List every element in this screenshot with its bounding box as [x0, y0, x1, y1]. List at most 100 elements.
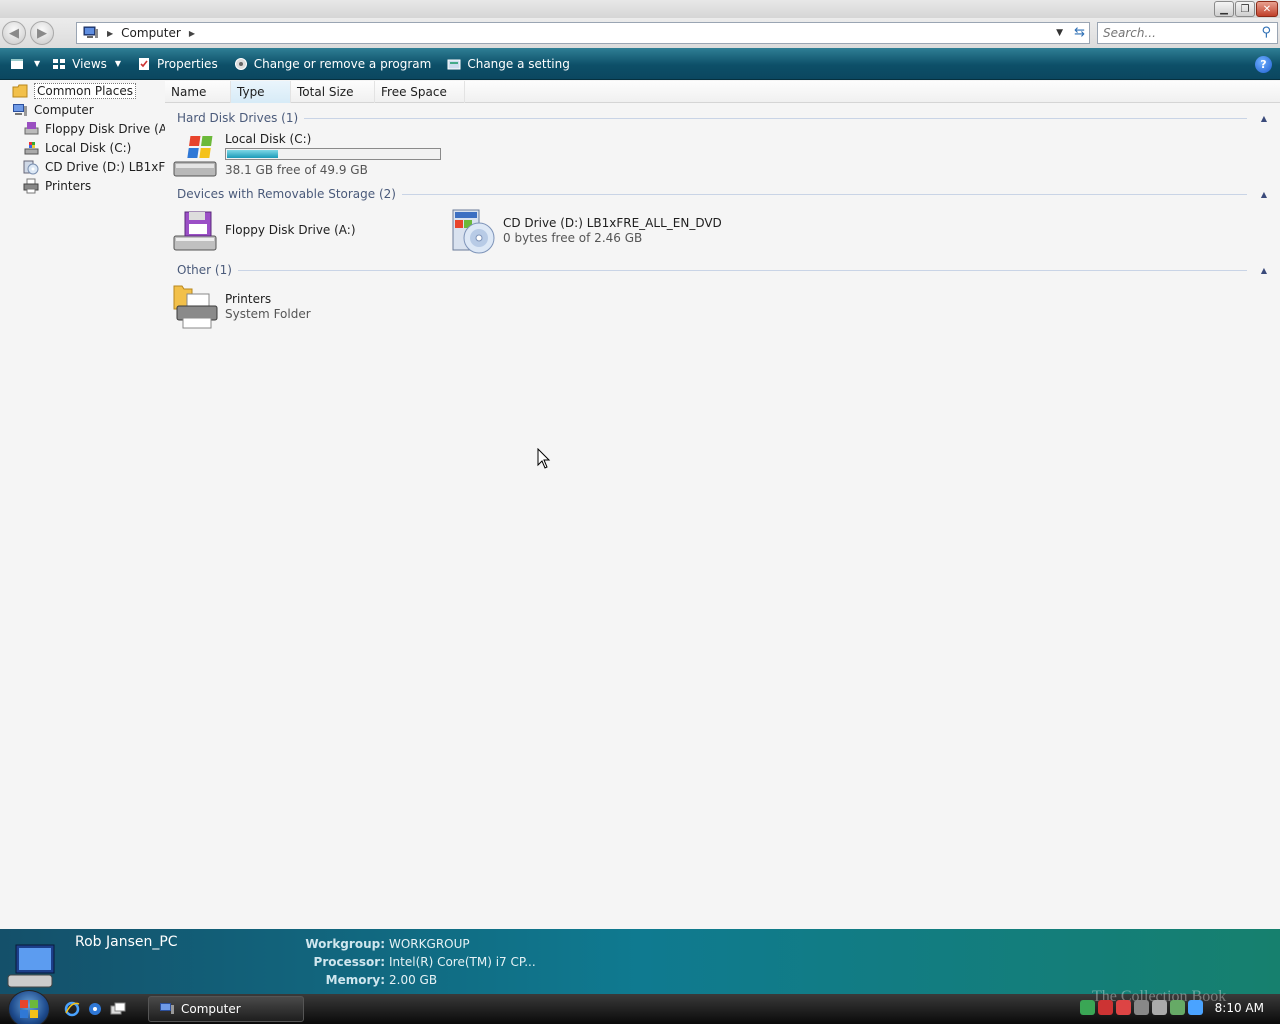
nav-item-label: Printers — [45, 178, 92, 193]
properties-icon — [139, 57, 150, 70]
chevron-down-icon: ▼ — [114, 59, 122, 68]
nav-item-computer[interactable]: Computer — [12, 100, 172, 119]
nav-item-floppy[interactable]: Floppy Disk Drive (A:) — [23, 119, 183, 138]
collapse-icon[interactable]: ▲ — [1247, 114, 1267, 123]
views-icon — [53, 58, 66, 69]
refresh-icon[interactable]: ⇆ — [1074, 25, 1085, 40]
breadcrumb-computer[interactable]: Computer — [121, 26, 181, 40]
collapse-icon[interactable]: ▲ — [1247, 190, 1267, 199]
nav-item-label: Computer — [34, 102, 94, 117]
nav-item-label: Floppy Disk Drive (A:) — [45, 121, 176, 136]
control-panel-icon — [447, 59, 461, 69]
cd-drive-icon — [23, 160, 39, 174]
title-bar: ▁ ❐ ✕ — [0, 0, 1280, 18]
collapse-icon[interactable]: ▲ — [1247, 266, 1267, 275]
media-center-icon[interactable] — [87, 1001, 103, 1017]
forward-arrow-icon: ▶ — [37, 25, 47, 41]
drive-usage-fill — [227, 150, 278, 158]
volume-icon[interactable] — [1152, 1000, 1167, 1015]
search-input[interactable] — [1103, 23, 1253, 43]
drive-tile-local-disk[interactable]: Local Disk (C:) 38.1 GB free of 49.9 GB — [171, 132, 441, 180]
views-button[interactable]: Views ▼ — [46, 52, 127, 76]
column-header-type[interactable]: Type — [231, 81, 291, 103]
nav-item-local-disk[interactable]: Local Disk (C:) — [23, 138, 183, 157]
group-divider — [304, 117, 1247, 119]
search-icon[interactable]: ⚲ — [1261, 25, 1271, 40]
window-controls: ▁ ❐ ✕ — [1214, 1, 1278, 17]
views-label: Views — [72, 56, 107, 71]
group-divider — [401, 193, 1247, 195]
processor-value: Intel(R) Core(TM) i7 CP... — [389, 955, 536, 969]
back-button[interactable]: ◀ — [2, 21, 26, 45]
network-icon[interactable] — [1188, 1000, 1203, 1015]
forward-button[interactable]: ▶ — [30, 21, 54, 45]
group-header-hard-disks[interactable]: Hard Disk Drives (1) ▲ — [177, 109, 1267, 127]
drive-tile-cd[interactable]: CD Drive (D:) LB1xFRE_ALL_EN_DVD 0 bytes… — [449, 208, 722, 256]
group-header-other[interactable]: Other (1) ▲ — [177, 261, 1267, 279]
organize-button[interactable]: ▼ — [4, 52, 46, 76]
drive-name: Local Disk (C:) — [225, 132, 312, 146]
printer-icon — [173, 285, 218, 329]
printer-icon — [23, 178, 39, 193]
navigation-pane: Common Places Computer Floppy Disk Drive… — [0, 81, 183, 929]
nav-item-cd-drive[interactable]: CD Drive (D:) LB1xFRE_ — [23, 157, 183, 176]
file-list: Hard Disk Drives (1) ▲ Local Disk (C:) 3… — [165, 104, 1280, 928]
start-button[interactable] — [8, 990, 50, 1024]
breadcrumb-separator[interactable]: ▶ — [107, 29, 113, 38]
switch-windows-icon[interactable] — [110, 1001, 126, 1017]
folder-tile-printers[interactable]: Printers System Folder — [171, 284, 311, 332]
details-pane: Rob Jansen_PC Workgroup: WORKGROUP Proce… — [0, 929, 1280, 994]
system-tray — [1080, 1000, 1203, 1015]
address-dropdown-icon[interactable]: ▼ — [1056, 28, 1063, 38]
drive-info: CD Drive (D:) LB1xFRE_ALL_EN_DVD 0 bytes… — [503, 208, 722, 246]
drive-tile-floppy[interactable]: Floppy Disk Drive (A:) — [171, 208, 356, 256]
folder-info: Printers System Folder — [225, 284, 311, 322]
drive-name: CD Drive (D:) LB1xFRE_ALL_EN_DVD — [503, 216, 722, 230]
change-setting-button[interactable]: Change a setting — [441, 52, 576, 76]
computer-icon — [7, 944, 55, 988]
floppy-drive-icon — [173, 211, 217, 251]
chevron-down-icon: ▼ — [34, 59, 41, 68]
address-bar[interactable]: ▶ Computer ▶ ▼ ⇆ — [76, 22, 1090, 44]
group-header-removable[interactable]: Devices with Removable Storage (2) ▲ — [177, 185, 1267, 203]
close-button[interactable]: ✕ — [1256, 1, 1278, 17]
properties-button[interactable]: Properties — [131, 52, 224, 76]
change-program-label: Change or remove a program — [253, 56, 432, 71]
processor-key: Processor: — [313, 955, 385, 969]
tray-app-icon[interactable] — [1170, 1000, 1185, 1015]
internet-explorer-icon[interactable] — [64, 1001, 80, 1017]
tray-app-icon[interactable] — [1134, 1000, 1149, 1015]
clock[interactable]: 8:10 AM — [1215, 1001, 1264, 1015]
nav-item-printers[interactable]: Printers — [23, 176, 183, 195]
nav-item-label: CD Drive (D:) LB1xFRE_ — [45, 159, 183, 174]
shield-icon[interactable] — [1116, 1000, 1131, 1015]
floppy-drive-icon — [24, 121, 39, 134]
group-divider — [237, 269, 1247, 271]
drive-free-space: 38.1 GB free of 49.9 GB — [225, 163, 368, 177]
nav-item-common-places[interactable]: Common Places — [12, 81, 172, 100]
search-box[interactable]: ⚲ — [1097, 22, 1278, 44]
drive-usage-bar — [225, 148, 441, 160]
hard-disk-icon — [24, 141, 39, 154]
folder-name: Printers — [225, 292, 272, 306]
minimize-button[interactable]: ▁ — [1214, 1, 1234, 17]
program-icon — [234, 57, 247, 70]
security-alert-icon[interactable] — [1098, 1000, 1113, 1015]
network-sync-icon[interactable] — [1080, 1000, 1095, 1015]
group-title: Other (1) — [177, 263, 232, 277]
taskbar-window-label: Computer — [181, 1002, 241, 1016]
change-program-button[interactable]: Change or remove a program — [228, 52, 438, 76]
breadcrumb-separator[interactable]: ▶ — [189, 29, 195, 38]
restore-button[interactable]: ❐ — [1235, 1, 1255, 17]
mouse-cursor-icon — [537, 448, 551, 469]
help-button[interactable]: ? — [1255, 56, 1272, 73]
column-header-free-space[interactable]: Free Space — [375, 81, 465, 103]
column-header-total-size[interactable]: Total Size — [291, 81, 375, 103]
drive-name: Floppy Disk Drive (A:) — [225, 223, 356, 237]
memory-key: Memory: — [325, 973, 385, 987]
column-header-name[interactable]: Name — [165, 81, 231, 103]
address-row: ◀ ▶ ▶ Computer ▶ ▼ ⇆ ⚲ — [0, 18, 1280, 48]
taskbar-window-button[interactable]: Computer — [148, 996, 304, 1022]
cd-drive-icon — [452, 209, 495, 254]
drive-free-space: 0 bytes free of 2.46 GB — [503, 231, 643, 245]
